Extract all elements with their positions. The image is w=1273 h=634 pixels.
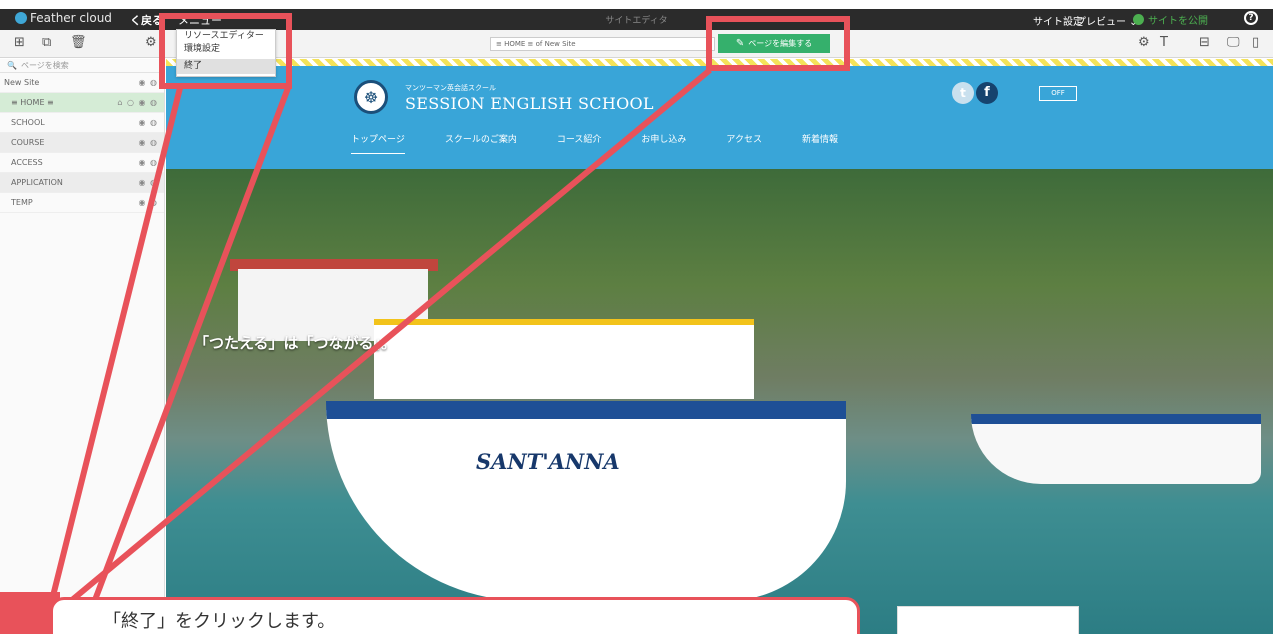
tree-item-access[interactable]: ACCESS ◉ ◍ xyxy=(0,153,164,173)
help-icon[interactable]: ? xyxy=(1244,11,1258,25)
desktop-view-icon[interactable]: 🖵 xyxy=(1227,36,1240,50)
site-title: SESSION ENGLISH SCHOOL xyxy=(405,94,654,113)
publish-icon xyxy=(1133,14,1144,25)
tree-item-home[interactable]: ≡ HOME ≡ ⌂ ○ ◉ ◍ xyxy=(0,93,164,113)
screenshot-root: Feather cloud く戻る メニュー サイトエディタ サイト設定 プレビ… xyxy=(0,0,1273,634)
publish-button[interactable]: サイトを公開 xyxy=(1133,12,1208,27)
nav-item-news[interactable]: 新着情報 xyxy=(802,132,838,154)
site-subtitle: マンツーマン英会話スクール xyxy=(405,84,496,92)
boat-cabin xyxy=(374,319,754,399)
add-page-icon[interactable]: ⊞ xyxy=(14,36,25,50)
school-logo-icon: ☸ xyxy=(354,80,388,114)
boat-hull xyxy=(326,401,846,601)
tree-item-label: COURSE xyxy=(11,138,45,147)
nav-item-course[interactable]: コース紹介 xyxy=(557,132,602,154)
eye-icon[interactable]: ◉ ◍ xyxy=(138,173,158,193)
page-search-input[interactable]: ページを検索 xyxy=(21,60,69,71)
tree-item-label: ACCESS xyxy=(11,158,43,167)
language-toggle[interactable]: OFF xyxy=(1039,86,1077,101)
nav-item-school[interactable]: スクールのご案内 xyxy=(445,132,517,154)
twitter-icon[interactable]: t xyxy=(952,82,974,104)
eye-icon[interactable]: ◉ ◍ xyxy=(138,153,158,173)
duplicate-page-icon[interactable]: ⧉ xyxy=(42,36,51,50)
nav-item-top[interactable]: トップページ xyxy=(351,132,405,154)
nav-item-access[interactable]: アクセス xyxy=(726,132,762,154)
boat-name: SANT'ANNA xyxy=(476,449,620,474)
brand[interactable]: Feather cloud xyxy=(15,11,112,25)
callout-text: 「終了」をクリックします。 xyxy=(103,611,336,632)
tree-item-label: APPLICATION xyxy=(11,178,63,187)
feather-logo-icon xyxy=(15,12,27,24)
eye-icon[interactable]: ◉ ◍ xyxy=(138,193,158,213)
tree-item-application[interactable]: APPLICATION ◉ ◍ xyxy=(0,173,164,193)
preview-button[interactable]: プレビュー ⌄ xyxy=(1076,13,1138,28)
search-icon: 🔍 xyxy=(7,61,17,70)
eye-icon[interactable]: ◉ ◍ xyxy=(138,113,158,133)
tree-item-new-site[interactable]: New Site ◉ ◍ xyxy=(0,73,164,93)
layout-icon[interactable]: ⊟ xyxy=(1199,36,1210,50)
hero-text: 「つたえる」は「つながる」。 xyxy=(194,334,397,352)
tree-item-label: ≡ HOME ≡ xyxy=(11,98,54,107)
footer-logo xyxy=(897,606,1079,634)
site-nav: トップページ スクールのご案内 コース紹介 お申し込み アクセス 新着情報 xyxy=(351,132,878,154)
tree-item-label: New Site xyxy=(4,78,40,87)
tree-item-school[interactable]: SCHOOL ◉ ◍ xyxy=(0,113,164,133)
nav-item-apply[interactable]: お申し込み xyxy=(641,132,686,154)
eye-icon[interactable]: ◉ ◍ xyxy=(138,73,158,93)
site-preview[interactable]: ☸ マンツーマン英会話スクール SESSION ENGLISH SCHOOL t… xyxy=(166,59,1273,634)
tree-item-label: SCHOOL xyxy=(11,118,45,127)
page-sidebar: 🔍 ページを検索 New Site ◉ ◍ ≡ HOME ≡ ⌂ ○ ◉ ◍ SCH… xyxy=(0,59,165,634)
page-search[interactable]: 🔍 ページを検索 xyxy=(0,59,164,73)
settings-icon[interactable]: ⚙ xyxy=(1138,36,1150,50)
facebook-icon[interactable]: f xyxy=(976,82,998,104)
page-tree: New Site ◉ ◍ ≡ HOME ≡ ⌂ ○ ◉ ◍ SCHOOL ◉ ◍ CO… xyxy=(0,73,164,213)
brand-name: Feather cloud xyxy=(30,11,112,25)
url-field[interactable]: ≡ HOME ≡ of New Site xyxy=(490,37,715,51)
background-boat xyxy=(971,414,1261,484)
eye-icon[interactable]: ◉ ◍ xyxy=(138,133,158,153)
callout-box: 「終了」をクリックします。 xyxy=(50,597,860,634)
annotation-highlight-menu xyxy=(159,13,292,89)
trash-icon[interactable]: 🗑 xyxy=(70,36,87,50)
publish-label: サイトを公開 xyxy=(1148,16,1208,27)
hero-image: SANT'ANNA 「つたえる」は「つながる」。 xyxy=(166,169,1273,634)
eye-icon[interactable]: ⌂ ○ ◉ ◍ xyxy=(117,93,158,113)
gear-icon[interactable]: ⚙ xyxy=(145,36,157,50)
tree-item-course[interactable]: COURSE ◉ ◍ xyxy=(0,133,164,153)
text-style-icon[interactable]: T xyxy=(1160,36,1168,50)
tree-item-temp[interactable]: TEMP ◉ ◍ xyxy=(0,193,164,213)
mobile-view-icon[interactable]: ▯ xyxy=(1252,36,1259,50)
tree-item-label: TEMP xyxy=(11,198,33,207)
annotation-highlight-edit xyxy=(706,16,850,71)
